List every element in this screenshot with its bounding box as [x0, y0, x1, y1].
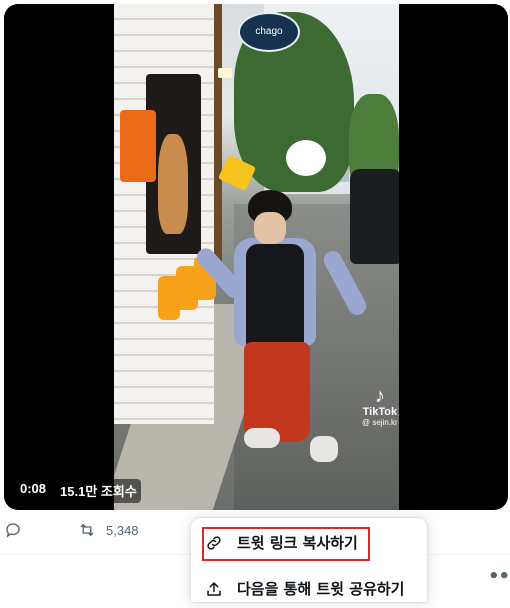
retweet-icon	[80, 523, 94, 537]
video-player[interactable]: chago ♪ TikTok @ sejin.kr 0:08 15.1만 조회수	[4, 4, 508, 510]
menu-item-label: 다음을 통해 트윗 공유하기	[237, 579, 405, 598]
shop-sign: chago	[238, 12, 300, 52]
view-count: 15.1만 조회수	[60, 484, 137, 499]
retweet-count: 5,348	[106, 522, 139, 538]
video-timestamp: 0:08	[20, 481, 47, 496]
video-info-badge: 0:08 15.1만 조회수	[16, 479, 141, 503]
retweet-button[interactable]: 5,348	[78, 521, 139, 539]
reply-icon	[6, 523, 20, 538]
tiktok-watermark: ♪ TikTok @ sejin.kr	[362, 385, 398, 427]
share-menu: 트윗 링크 복사하기 다음을 통해 트윗 공유하기	[191, 518, 427, 602]
copy-link-menu-item[interactable]: 트윗 링크 복사하기	[191, 522, 427, 562]
highlight-box	[202, 527, 370, 561]
reply-button[interactable]	[4, 521, 22, 539]
video-frame: chago ♪ TikTok @ sejin.kr	[114, 4, 399, 510]
share-icon	[207, 582, 221, 596]
more-icon[interactable]: •••	[488, 566, 510, 587]
share-via-menu-item[interactable]: 다음을 통해 트윗 공유하기	[191, 568, 427, 608]
tiktok-icon: ♪	[374, 385, 385, 407]
